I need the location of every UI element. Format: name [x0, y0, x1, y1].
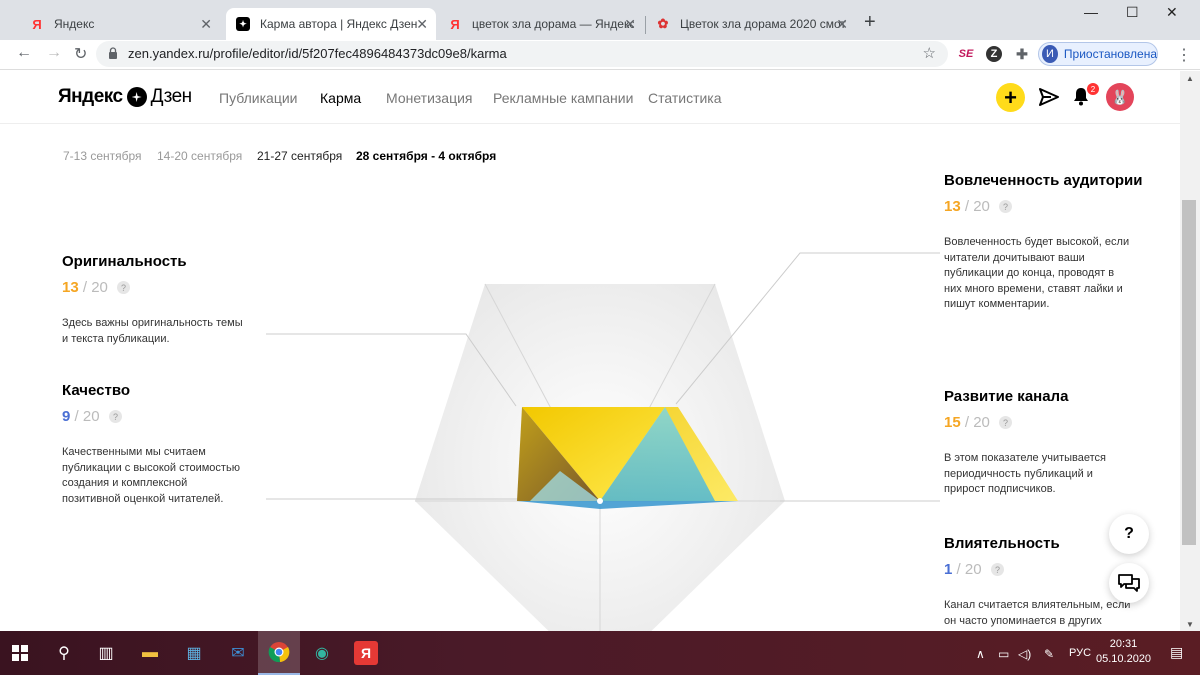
feedback-chat-button[interactable]	[1109, 563, 1149, 603]
tray-chevron-icon[interactable]: ∧	[976, 647, 985, 661]
nav-statistics[interactable]: Статистика	[648, 90, 722, 106]
forward-icon[interactable]: →	[46, 44, 62, 62]
close-window-icon[interactable]: ✕	[1166, 4, 1178, 21]
flower-icon: ✿	[657, 16, 669, 31]
close-tab-icon[interactable]: ✕	[416, 16, 428, 33]
scroll-down-icon[interactable]: ▼	[1186, 620, 1194, 629]
engagement-title: Вовлеченность аудитории	[944, 172, 1143, 189]
extension-z-icon[interactable]: Z	[986, 46, 1002, 62]
language-indicator[interactable]: РУС	[1069, 647, 1091, 659]
browser-tab-bar: Я Яндекс ✕ ✦ Карма автора | Яндекс Дзен …	[0, 0, 1200, 40]
browser-toolbar: ← → ↻ zen.yandex.ru/profile/editor/id/5f…	[0, 40, 1200, 70]
file-explorer-icon[interactable]: ▬	[138, 641, 162, 665]
user-avatar[interactable]: 🐰	[1106, 83, 1134, 111]
close-tab-icon[interactable]: ✕	[624, 16, 636, 33]
influence-title: Влиятельность	[944, 535, 1060, 552]
zen-icon: ✦	[236, 17, 250, 31]
nav-monetization[interactable]: Монетизация	[386, 90, 473, 106]
quality-description: Качественными мы считаем публикации с вы…	[62, 446, 240, 505]
close-tab-icon[interactable]: ✕	[836, 16, 848, 33]
growth-title: Развитие канала	[944, 388, 1069, 405]
pen-icon[interactable]: ✎	[1044, 647, 1054, 661]
scrollbar-thumb[interactable]	[1182, 200, 1196, 545]
nav-ad-campaigns[interactable]: Рекламные кампании	[493, 90, 633, 106]
quality-help-icon[interactable]: ?	[109, 410, 122, 423]
originality-score: 13 / 20	[62, 279, 108, 296]
zen-star-icon	[126, 87, 147, 107]
minimize-icon[interactable]: —	[1084, 4, 1098, 20]
edge-icon[interactable]: ◉	[310, 641, 334, 665]
quality-score: 9 / 20	[62, 408, 100, 425]
extensions-puzzle-icon[interactable]: ✚	[1014, 46, 1030, 62]
nav-publications[interactable]: Публикации	[219, 90, 297, 106]
week-tab-1[interactable]: 7-13 сентября	[63, 149, 142, 163]
influence-score: 1 / 20	[944, 561, 982, 578]
system-clock[interactable]: 20:31 05.10.2020	[1096, 637, 1151, 667]
tab-drama[interactable]: ✿ Цветок зла дорама 2020 смотр ✕	[646, 8, 856, 40]
new-tab-button[interactable]: +	[864, 11, 876, 34]
network-icon[interactable]: ▭	[998, 647, 1009, 661]
engagement-description: Вовлеченность будет высокой, если читате…	[944, 236, 1130, 310]
karma-pentagon	[266, 252, 940, 631]
yandex-icon: Я	[450, 16, 460, 32]
store-icon[interactable]: ▦	[182, 641, 206, 665]
week-tab-3[interactable]: 21-27 сентября	[257, 149, 342, 163]
bookmark-star-icon[interactable]: ☆	[923, 44, 936, 62]
week-tab-2[interactable]: 14-20 сентября	[157, 149, 242, 163]
help-button[interactable]: ?	[1109, 514, 1149, 554]
chrome-taskbar-button[interactable]	[258, 631, 300, 675]
windows-start-icon[interactable]	[8, 641, 32, 665]
chat-icon	[1118, 574, 1140, 592]
tab-yandex[interactable]: Я Яндекс ✕	[20, 8, 220, 40]
week-tab-4[interactable]: 28 сентября - 4 октября	[356, 149, 496, 163]
send-icon[interactable]	[1039, 88, 1059, 106]
profile-button[interactable]: И Приостановлена	[1038, 42, 1158, 66]
growth-description: В этом показателе учитывается периодично…	[944, 452, 1106, 495]
notification-badge: 2	[1087, 83, 1099, 95]
search-icon[interactable]: ⚲	[52, 641, 76, 665]
volume-icon[interactable]: ◁)	[1018, 647, 1031, 661]
extension-se-icon[interactable]: SE	[958, 46, 974, 62]
site-header: Яндекс Дзен Публикации Карма Монетизация…	[0, 71, 1180, 124]
yandex-icon: Я	[32, 16, 42, 32]
close-tab-icon[interactable]: ✕	[200, 16, 212, 33]
yandex-browser-icon[interactable]: Я	[354, 641, 378, 665]
tab-search[interactable]: Я цветок зла дорама — Яндекс: н ✕	[438, 8, 644, 40]
engagement-help-icon[interactable]: ?	[999, 200, 1012, 213]
reload-icon[interactable]: ↻	[74, 44, 87, 64]
maximize-icon[interactable]: ☐	[1126, 4, 1139, 21]
task-view-icon[interactable]: ▥	[94, 641, 118, 665]
zen-logo[interactable]: Яндекс Дзен	[58, 86, 192, 108]
scroll-up-icon[interactable]: ▲	[1186, 74, 1194, 83]
browser-menu-icon[interactable]: ⋮	[1176, 45, 1192, 65]
tab-karma[interactable]: ✦ Карма автора | Яндекс Дзен ✕	[226, 8, 436, 40]
profile-avatar: И	[1042, 45, 1058, 63]
address-bar[interactable]: zen.yandex.ru/profile/editor/id/5f207fec…	[96, 41, 948, 67]
windows-taskbar: ⚲ ▥ ▬ ▦ ✉ ◉ Я ∧ ▭ ◁) ✎ РУС 20:31 05.10.2…	[0, 631, 1200, 675]
originality-help-icon[interactable]: ?	[117, 281, 130, 294]
zen-karma-page: Яндекс Дзен Публикации Карма Монетизация…	[0, 71, 1180, 631]
originality-description: Здесь важны оригинальность темы и текста…	[62, 317, 243, 345]
back-icon[interactable]: ←	[16, 44, 32, 62]
chrome-icon	[268, 642, 290, 663]
growth-help-icon[interactable]: ?	[999, 416, 1012, 429]
notifications-center-icon[interactable]: ▤	[1170, 644, 1183, 661]
influence-description: Канал считается влиятельным, если он час…	[944, 599, 1131, 627]
mail-icon[interactable]: ✉	[226, 641, 250, 665]
influence-help-icon[interactable]: ?	[991, 563, 1004, 576]
quality-title: Качество	[62, 382, 131, 399]
engagement-score: 13 / 20	[944, 198, 990, 215]
create-button[interactable]: +	[996, 83, 1025, 112]
originality-title: Оригинальность	[62, 253, 187, 270]
lock-icon	[109, 47, 117, 59]
nav-karma[interactable]: Карма	[320, 90, 361, 106]
growth-score: 15 / 20	[944, 414, 990, 431]
